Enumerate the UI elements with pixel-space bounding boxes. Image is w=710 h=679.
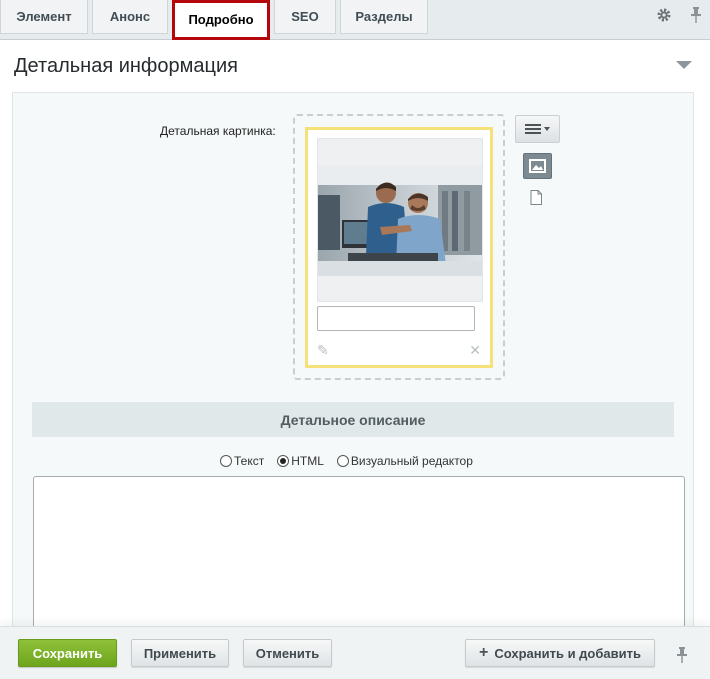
tab-announce[interactable]: Анонс xyxy=(92,0,168,34)
image-description-input[interactable] xyxy=(317,306,475,331)
image-preview-frame xyxy=(317,138,483,302)
detail-description-textarea[interactable] xyxy=(33,476,685,636)
editor-mode-selector: Текст HTML Визуальный редактор xyxy=(220,454,486,468)
save-button[interactable]: Сохранить xyxy=(18,639,117,667)
footer-toolbar: Сохранить Применить Отменить + Сохранить… xyxy=(0,626,710,679)
delete-icon[interactable]: ✕ xyxy=(469,342,481,359)
radio-text[interactable]: Текст xyxy=(220,454,264,468)
save-and-add-button[interactable]: + Сохранить и добавить xyxy=(465,639,655,667)
edit-pencil-icon[interactable]: ✎ xyxy=(317,342,329,359)
radio-html-control[interactable] xyxy=(277,455,290,467)
cancel-button[interactable]: Отменить xyxy=(243,639,332,667)
menu-icon xyxy=(525,122,541,136)
tab-element[interactable]: Элемент xyxy=(0,0,88,34)
collapse-section-icon[interactable] xyxy=(676,61,692,69)
apply-button[interactable]: Применить xyxy=(131,639,229,667)
chevron-down-icon xyxy=(544,127,550,131)
image-actions-menu-button[interactable] xyxy=(515,115,560,143)
image-card: ✎ ✕ xyxy=(305,127,493,368)
footer-pin-icon[interactable] xyxy=(676,647,690,665)
main-panel: Детальная информация Детальная картинка: xyxy=(0,40,710,637)
plus-icon: + xyxy=(479,644,489,661)
gear-icon[interactable] xyxy=(655,6,673,24)
detail-image-label: Детальная картинка: xyxy=(160,124,276,138)
tab-details[interactable]: Подробно xyxy=(172,0,270,40)
file-mode-icon[interactable] xyxy=(530,190,544,206)
tab-sections[interactable]: Разделы xyxy=(340,0,428,34)
radio-html-label: HTML xyxy=(291,454,324,468)
radio-visual-editor[interactable]: Визуальный редактор xyxy=(336,454,473,468)
image-mode-icon[interactable] xyxy=(523,153,552,179)
radio-visual-editor-label: Визуальный редактор xyxy=(350,454,473,468)
tab-seo[interactable]: SEO xyxy=(274,0,336,34)
radio-text-control[interactable] xyxy=(220,455,232,467)
detail-description-header: Детальное описание xyxy=(32,402,674,437)
tab-bar: Элемент Анонс Подробно SEO Разделы xyxy=(0,0,710,40)
detail-image-preview[interactable] xyxy=(318,165,482,276)
pin-icon[interactable] xyxy=(687,6,705,24)
radio-text-label: Текст xyxy=(234,454,265,468)
radio-html[interactable]: HTML xyxy=(277,454,324,468)
radio-visual-editor-control[interactable] xyxy=(336,455,349,467)
section-title: Детальная информация xyxy=(14,55,238,77)
save-and-add-label: Сохранить и добавить xyxy=(494,645,641,661)
